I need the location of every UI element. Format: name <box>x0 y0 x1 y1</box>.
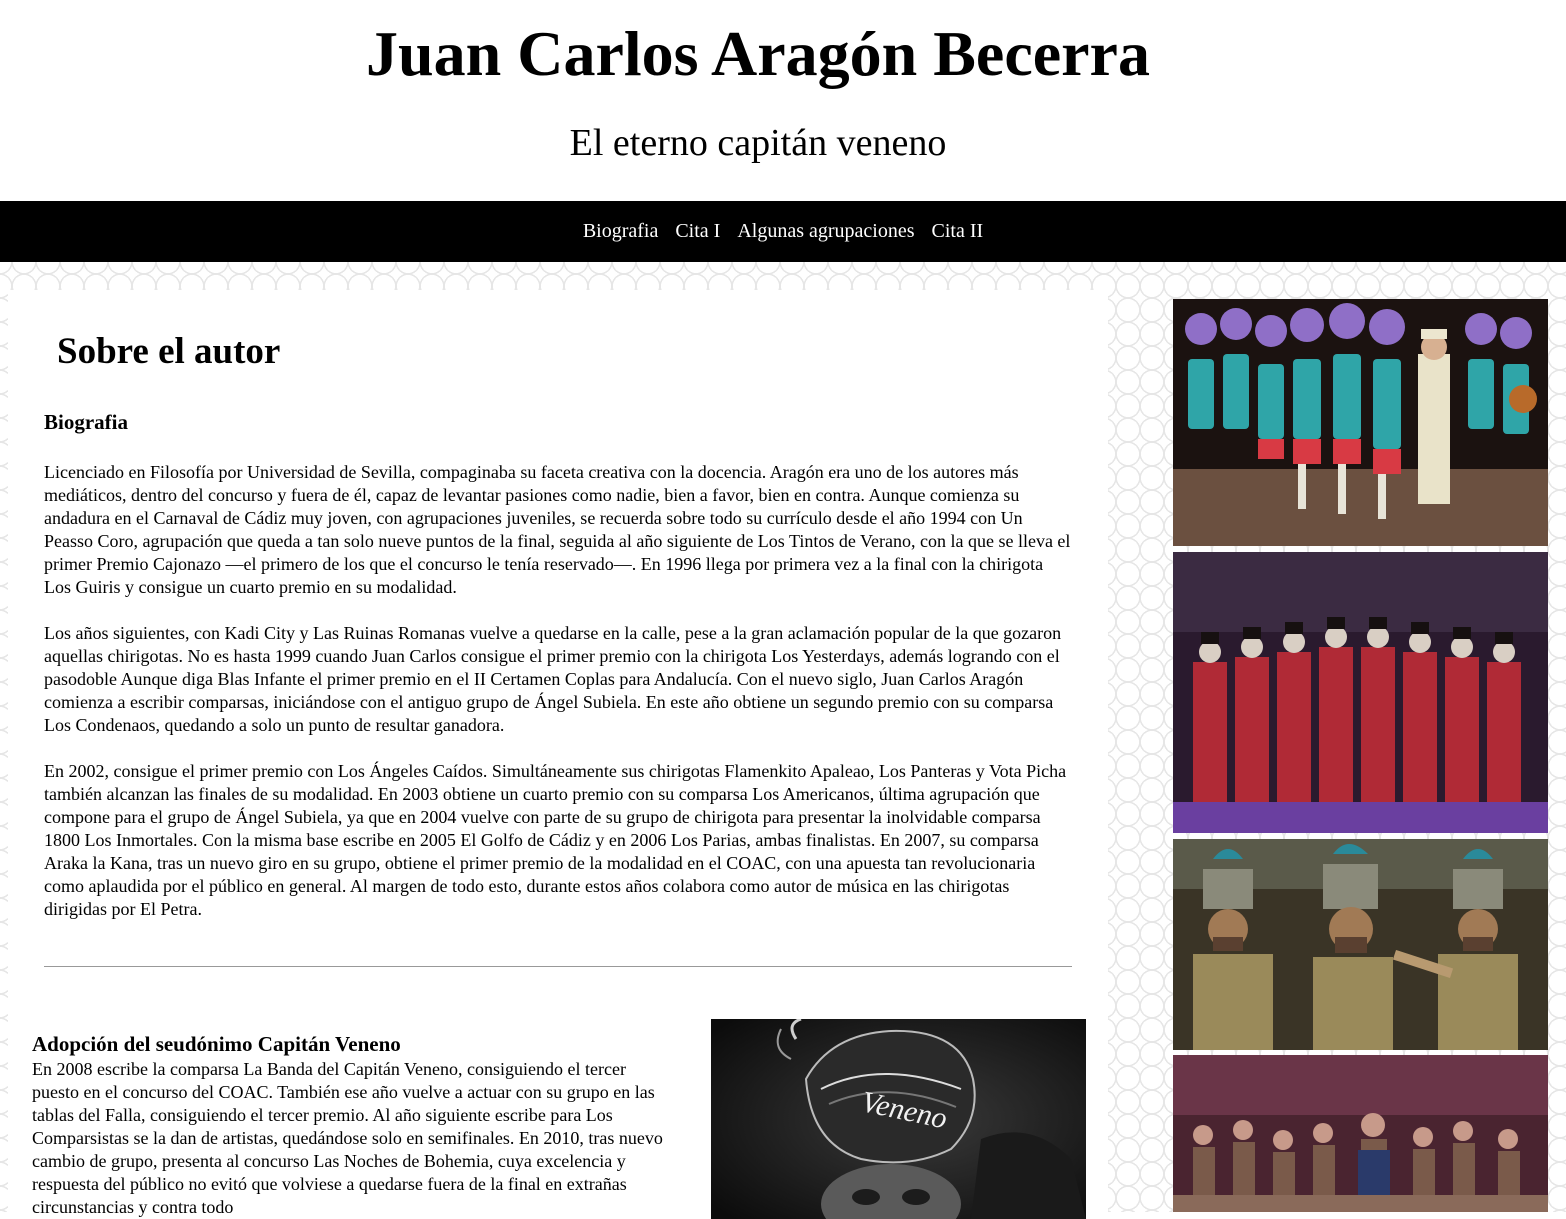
nav-link-cita-ii[interactable]: Cita II <box>932 220 984 242</box>
pseudonym-heading: Adopción del seudónimo Capitán Veneno <box>32 1032 401 1056</box>
gallery-photo-stage-crowd-art <box>1173 1055 1548 1212</box>
bio-paragraph: Licenciado en Filosofía por Universidad … <box>44 462 1071 597</box>
nav-link-biografia[interactable]: Biografia <box>583 220 659 242</box>
pseudonym-text: En 2008 escribe la comparsa La Banda del… <box>32 1059 663 1217</box>
site-title: Juan Carlos Aragón Becerra <box>366 18 1150 89</box>
section-title: Sobre el autor <box>57 331 281 372</box>
main-content: Sobre el autor Biografia Licenciado en F… <box>8 290 1108 1219</box>
capitan-veneno-photo-art: Veneno <box>711 1019 1086 1219</box>
gallery-photo-teal-costumes <box>1173 299 1548 546</box>
nav-link-cita-i[interactable]: Cita I <box>675 220 720 242</box>
bio-paragraph: Los años siguientes, con Kadi City y Las… <box>44 623 1062 735</box>
nav-links: Biografia Cita I Algunas agrupaciones Ci… <box>577 201 989 262</box>
site-header: Juan Carlos Aragón Becerra El eterno cap… <box>0 0 1566 201</box>
gallery-photo-stage-crowd <box>1173 1055 1548 1212</box>
bio-text: Licenciado en Filosofía por Universidad … <box>44 461 1074 944</box>
nav-link-agrupaciones[interactable]: Algunas agrupaciones <box>737 220 914 242</box>
site-subtitle: El eterno capitán veneno <box>569 122 947 164</box>
bio-paragraph: En 2002, consigue el primer premio con L… <box>44 761 1067 919</box>
gallery-photo-green-hats <box>1173 839 1548 1050</box>
capitan-veneno-photo: Veneno <box>711 1019 1086 1219</box>
bio-heading: Biografia <box>44 410 128 434</box>
gallery-photo-teal-costumes-art <box>1173 299 1548 546</box>
gallery-photo-red-coats-art <box>1173 552 1548 833</box>
section-divider <box>44 966 1072 967</box>
gallery-photo-green-hats-art <box>1173 839 1548 1050</box>
nav-bar: Biografia Cita I Algunas agrupaciones Ci… <box>0 201 1566 262</box>
gallery-photo-red-coats <box>1173 552 1548 833</box>
